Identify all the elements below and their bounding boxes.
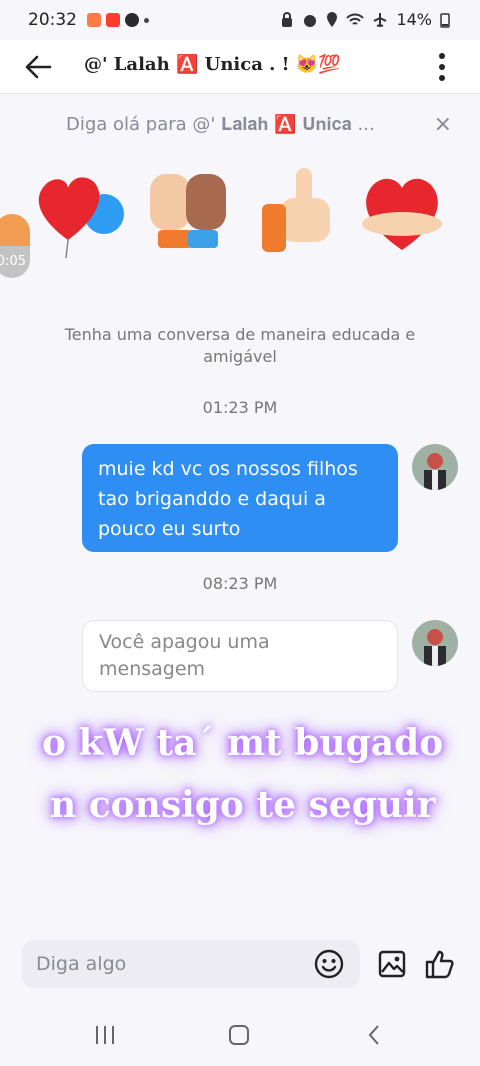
profile-photo-icon xyxy=(412,444,458,490)
system-icons: 14% xyxy=(280,10,450,29)
avatar[interactable] xyxy=(412,444,458,490)
avatar[interactable] xyxy=(412,620,458,666)
back-nav-icon[interactable] xyxy=(364,1024,386,1046)
emoji-icon[interactable] xyxy=(314,949,344,979)
profile-photo-icon xyxy=(412,620,458,666)
image-icon[interactable] xyxy=(378,950,406,978)
battery-icon xyxy=(440,12,450,28)
status-bar: 20:32 14% xyxy=(0,0,480,40)
deleted-message-bubble[interactable]: Você apagou uma mensagem xyxy=(82,620,398,692)
high-five-hands-sticker[interactable] xyxy=(140,160,240,260)
video-caption-line-1: o kW ta´ mt bugado xyxy=(42,722,444,764)
lock-icon xyxy=(282,11,293,27)
sticker-suggestions xyxy=(0,160,480,260)
back-arrow-icon[interactable] xyxy=(20,48,58,86)
close-greeting-button[interactable]: × xyxy=(434,112,452,137)
heart-balloon-sticker[interactable] xyxy=(28,160,128,260)
wifi-icon xyxy=(346,13,365,25)
status-time: 20:32 xyxy=(28,10,77,30)
message-timestamp: 01:23 PM xyxy=(202,398,278,417)
hugging-heart-sticker[interactable] xyxy=(352,160,452,260)
battery-percent: 14% xyxy=(396,10,432,29)
video-notification-icon xyxy=(106,13,120,27)
notification-icons xyxy=(87,13,149,27)
system-navigation-bar xyxy=(0,1010,480,1066)
thumbs-up-sticker[interactable] xyxy=(258,160,358,260)
home-icon[interactable] xyxy=(228,1024,250,1046)
chat-header: @' 𝐋𝐚𝐥𝐚𝐡 🅰️ 𝐔𝐧𝐢𝐜𝐚 . ! 😻💯 xyxy=(0,40,480,94)
thumbs-up-icon[interactable] xyxy=(424,948,456,980)
more-notifications-dot xyxy=(144,17,149,23)
conversation-etiquette-notice: Tenha uma conversa de maneira educada e … xyxy=(64,325,416,366)
recording-timer: 0:05 xyxy=(0,246,30,278)
more-options-icon[interactable] xyxy=(432,50,452,84)
video-caption-line-2: n consigo te seguir xyxy=(50,784,436,826)
contact-name[interactable]: @' 𝐋𝐚𝐥𝐚𝐡 🅰️ 𝐔𝐧𝐢𝐜𝐚 . ! 😻💯 xyxy=(84,54,341,75)
app-notification-icon xyxy=(87,13,101,27)
alarm-icon xyxy=(304,14,317,27)
greeting-text: Diga olá para @' 𝐋𝐚𝐥𝐚𝐡 🅰️ 𝐔𝐧𝐢𝐜𝐚 ... xyxy=(66,114,375,135)
messenger-notification-icon xyxy=(125,13,139,27)
message-input-placeholder: Diga algo xyxy=(36,953,127,975)
message-timestamp: 08:23 PM xyxy=(202,574,278,593)
recent-apps-icon[interactable] xyxy=(94,1024,116,1046)
location-icon xyxy=(327,11,338,27)
airplane-icon xyxy=(373,12,387,27)
sent-message-bubble[interactable]: muie kd vc os nossos filhos tao brigandd… xyxy=(82,444,398,552)
screen-recorder-bubble[interactable]: 0:05 xyxy=(0,214,30,278)
message-input[interactable]: Diga algo xyxy=(22,940,360,988)
